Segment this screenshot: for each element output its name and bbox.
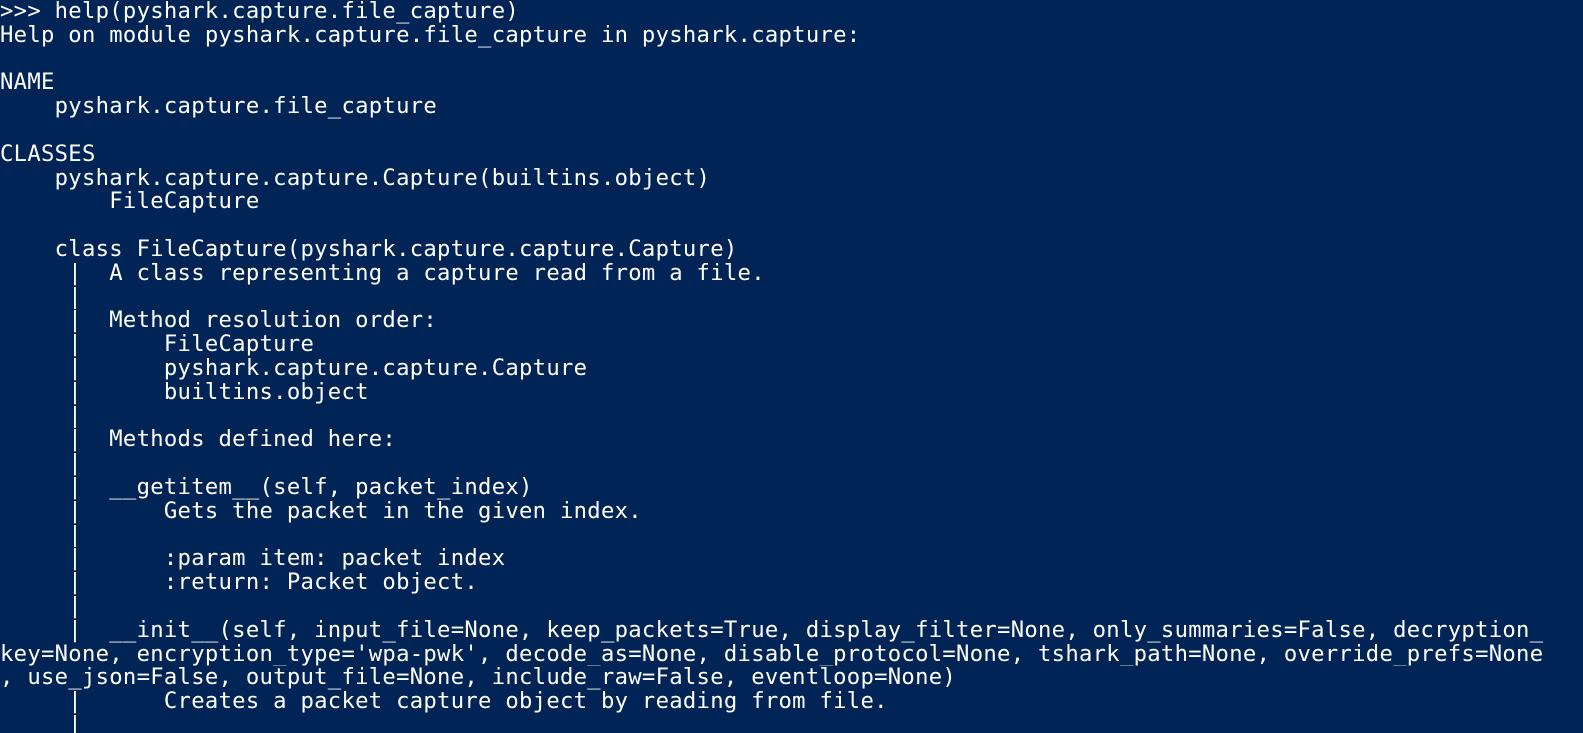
console-line: class FileCapture(pyshark.capture.captur…	[0, 237, 738, 262]
console-output: >>> help(pyshark.capture.file_capture) H…	[0, 0, 1583, 733]
console-line: |	[0, 523, 82, 548]
console-line: CLASSES	[0, 142, 96, 167]
console-line: | Creates a packet capture object by rea…	[0, 690, 888, 714]
console-line: | __init__(self, input_file=None, keep_p…	[0, 618, 1544, 643]
console-line: pyshark.capture.capture.Capture(builtins…	[0, 166, 711, 191]
console-line: NAME	[0, 71, 55, 96]
console-line: |	[0, 404, 82, 429]
console-line: | pyshark.capture.capture.Capture	[0, 356, 588, 381]
console-line: pyshark.capture.file_capture	[0, 95, 438, 119]
console-line: | Gets the packet in the given index.	[0, 499, 642, 524]
console-line: | A class representing a capture read fr…	[0, 261, 765, 286]
console-line: | Methods defined here:	[0, 428, 397, 453]
console-line: FileCapture	[0, 190, 260, 215]
console-line: Help on module pyshark.capture.file_capt…	[0, 23, 861, 48]
console-line: | Method resolution order:	[0, 309, 438, 334]
console-line: |	[0, 594, 82, 619]
console-line: | __getitem__(self, packet_index)	[0, 475, 533, 500]
console-line: |	[0, 713, 82, 733]
console-line: | builtins.object	[0, 380, 369, 405]
console-line: |	[0, 452, 82, 476]
console-line: | FileCapture	[0, 333, 315, 357]
console-line: |	[0, 285, 82, 310]
python-console[interactable]: >>> help(pyshark.capture.file_capture) H…	[0, 0, 1583, 733]
console-line: | :return: Packet object.	[0, 571, 479, 595]
console-line: , use_json=False, output_file=None, incl…	[0, 666, 957, 691]
console-line: key=None, encryption_type='wpa-pwk', dec…	[0, 642, 1544, 667]
console-line: >>> help(pyshark.capture.file_capture)	[0, 0, 520, 24]
console-line: | :param item: packet index	[0, 547, 506, 572]
